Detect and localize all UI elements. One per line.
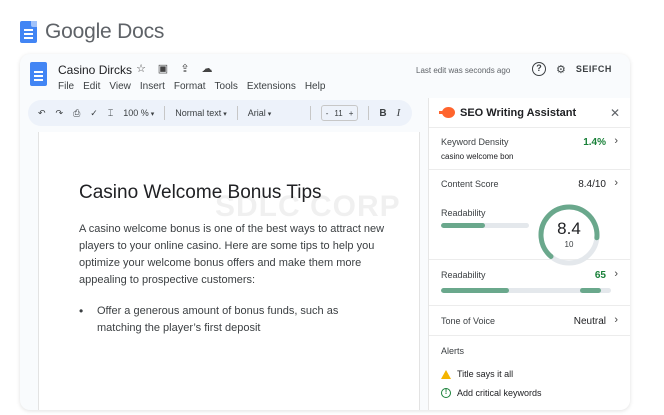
brand-name: Google Docs	[45, 20, 165, 43]
chevron-right-icon[interactable]: ›	[614, 135, 618, 147]
alerts-section: Alerts Title says it all ! Add critical …	[429, 336, 630, 410]
menu-view[interactable]: View	[109, 81, 131, 92]
style-select[interactable]: Normal text	[175, 108, 226, 118]
paint-format-icon[interactable]: ⌶	[108, 108, 113, 119]
user-label[interactable]: SEIFCH	[576, 64, 612, 74]
toolbar-divider	[236, 106, 238, 120]
menu-file[interactable]: File	[58, 81, 74, 92]
tone-label: Tone of Voice	[441, 316, 496, 326]
menu-format[interactable]: Format	[174, 81, 206, 92]
font-size-decrease-button[interactable]: -	[326, 109, 329, 118]
bullet-icon: •	[79, 304, 84, 318]
title-actions: ☆ ▣ ⇪ ☁	[134, 62, 214, 75]
readability-gauge-label: Readability	[441, 208, 486, 218]
readability-gauge-bar-fill	[441, 223, 485, 228]
keyword-density-value: 1.4%	[583, 137, 606, 148]
panel-title: SEO Writing Assistant	[460, 106, 577, 119]
warning-icon	[441, 369, 451, 379]
font-size-value[interactable]: 11	[334, 109, 342, 118]
toolbar-divider	[368, 106, 370, 120]
menu-edit[interactable]: Edit	[83, 81, 100, 92]
readability-gauge-bar	[441, 223, 529, 228]
document-page[interactable]: Casino Welcome Bonus Tips SDLC CORP A ca…	[38, 132, 420, 410]
panel-header: SEO Writing Assistant ✕	[429, 98, 630, 128]
formatting-toolbar: ↶ ↷ ⎙ ✓ ⌶ 100 % Normal text Arial - 11 +…	[28, 100, 412, 126]
undo-icon[interactable]: ↶	[38, 108, 46, 119]
semrush-logo-icon	[439, 107, 455, 118]
spellcheck-icon[interactable]: ✓	[90, 108, 98, 119]
list-item[interactable]: • Offer a generous amount of bonus funds…	[79, 303, 379, 337]
toolbar-divider	[309, 106, 311, 120]
menu-help[interactable]: Help	[305, 81, 326, 92]
content-score-label: Content Score	[441, 179, 499, 189]
chevron-right-icon[interactable]: ›	[614, 177, 618, 189]
readability-label: Readability	[441, 270, 486, 280]
readability-bar	[441, 288, 611, 293]
readability-value: 65	[594, 270, 606, 281]
docs-logo-icon	[20, 21, 37, 43]
bold-button[interactable]: B	[379, 108, 386, 119]
italic-button[interactable]: I	[397, 107, 401, 119]
last-edit-status[interactable]: Last edit was seconds ago	[416, 66, 510, 75]
readability-bar-segment	[441, 288, 509, 293]
seo-writing-assistant-panel: SEO Writing Assistant ✕ Keyword Density …	[428, 98, 630, 410]
settings-icon[interactable]: ⚙	[556, 63, 566, 76]
top-right-actions: ? ⚙ SEIFCH	[532, 62, 612, 76]
alert-text: Title says it all	[457, 369, 514, 379]
menu-bar: File Edit View Insert Format Tools Exten…	[58, 81, 325, 92]
move-icon[interactable]: ▣	[156, 62, 170, 75]
chevron-right-icon[interactable]: ›	[614, 314, 618, 326]
watermark: SDLC CORP	[215, 190, 401, 223]
tone-value: Neutral	[573, 316, 606, 327]
content-score-value: 8.4/10	[578, 179, 606, 190]
document-title[interactable]: Casino Dircks	[58, 63, 132, 77]
toolbar-divider	[164, 106, 166, 120]
redo-icon[interactable]: ↷	[56, 108, 64, 119]
keyword-density-keyword: casino welcome bon	[441, 152, 514, 161]
doc-file-icon[interactable]	[30, 62, 47, 86]
help-icon[interactable]: ?	[532, 62, 546, 76]
alert-item[interactable]: Title says it all	[441, 369, 513, 379]
print-icon[interactable]: ⎙	[73, 108, 80, 119]
menu-extensions[interactable]: Extensions	[247, 81, 296, 92]
font-size-increase-button[interactable]: +	[349, 109, 354, 118]
close-icon[interactable]: ✕	[610, 106, 620, 120]
alert-text: Add critical keywords	[457, 388, 542, 398]
tone-of-voice-row[interactable]: Tone of Voice Neutral ›	[429, 306, 630, 336]
check-circle-icon: !	[441, 388, 451, 398]
document-paragraph[interactable]: A casino welcome bonus is one of the bes…	[79, 221, 399, 289]
alert-item[interactable]: ! Add critical keywords	[441, 388, 542, 398]
chevron-right-icon[interactable]: ›	[614, 268, 618, 280]
readability-gauge-max: 10	[564, 240, 574, 249]
share-icon[interactable]: ⇪	[178, 62, 192, 75]
keyword-density-label: Keyword Density	[441, 137, 509, 147]
list-item-text[interactable]: Offer a generous amount of bonus funds, …	[97, 303, 379, 337]
readability-gauge-value: 8.4	[557, 219, 581, 238]
zoom-select[interactable]: 100 %	[123, 108, 154, 118]
star-icon[interactable]: ☆	[134, 62, 148, 75]
readability-bar-segment	[580, 288, 601, 293]
font-size-stepper: - 11 +	[320, 105, 359, 121]
alerts-label: Alerts	[441, 346, 465, 356]
font-select[interactable]: Arial	[248, 108, 300, 118]
keyword-density-row[interactable]: Keyword Density casino welcome bon 1.4% …	[429, 128, 630, 170]
cloud-icon[interactable]: ☁	[200, 62, 214, 75]
docs-window: Casino Dircks ☆ ▣ ⇪ ☁ File Edit View Ins…	[20, 54, 630, 410]
readability-row[interactable]: Readability 65 ›	[429, 260, 630, 306]
menu-insert[interactable]: Insert	[140, 81, 165, 92]
google-docs-brand: Google Docs	[20, 18, 164, 46]
menu-tools[interactable]: Tools	[215, 81, 238, 92]
readability-gauge: 8.4 10	[535, 201, 603, 269]
